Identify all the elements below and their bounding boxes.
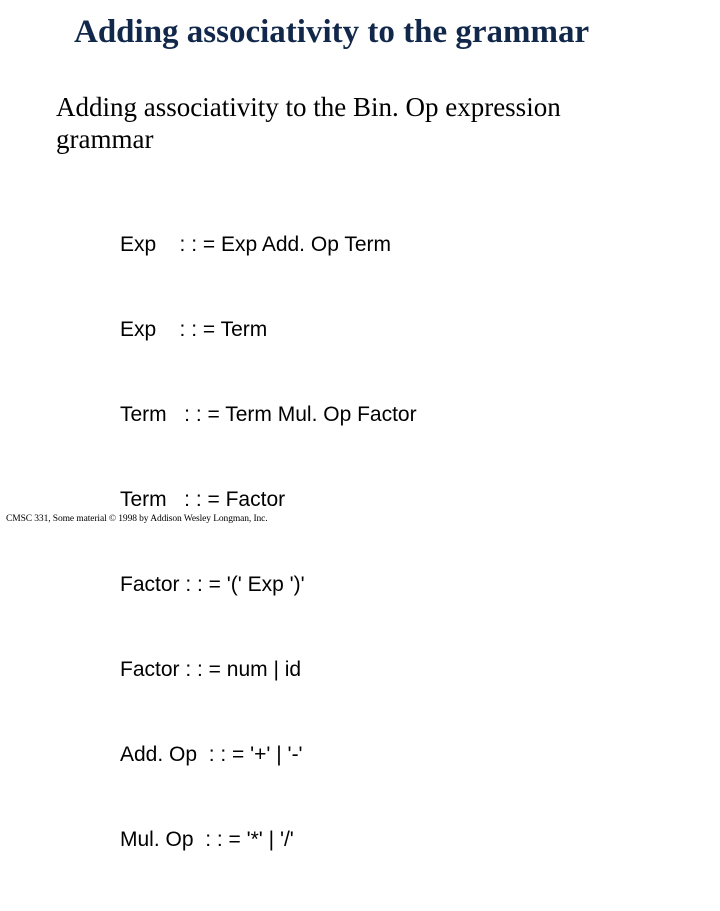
- grammar-block: Exp : : = Exp Add. Op Term Exp : : = Ter…: [120, 174, 417, 911]
- grammar-line: Mul. Op : : = '*' | '/': [120, 826, 417, 854]
- slide-footer: CMSC 331, Some material © 1998 by Addiso…: [6, 514, 268, 524]
- slide: Adding associativity to the grammar Addi…: [0, 0, 720, 540]
- grammar-line: Factor : : = '(' Exp ')': [120, 571, 417, 599]
- grammar-line: Term : : = Term Mul. Op Factor: [120, 401, 417, 429]
- grammar-line: Term : : = Factor: [120, 486, 417, 514]
- grammar-line: Exp : : = Term: [120, 316, 417, 344]
- grammar-line: Exp : : = Exp Add. Op Term: [120, 231, 417, 259]
- grammar-line: Factor : : = num | id: [120, 656, 417, 684]
- grammar-line: Add. Op : : = '+' | '-': [120, 741, 417, 769]
- slide-title: Adding associativity to the grammar: [74, 14, 680, 51]
- slide-subtitle: Adding associativity to the Bin. Op expr…: [56, 92, 640, 156]
